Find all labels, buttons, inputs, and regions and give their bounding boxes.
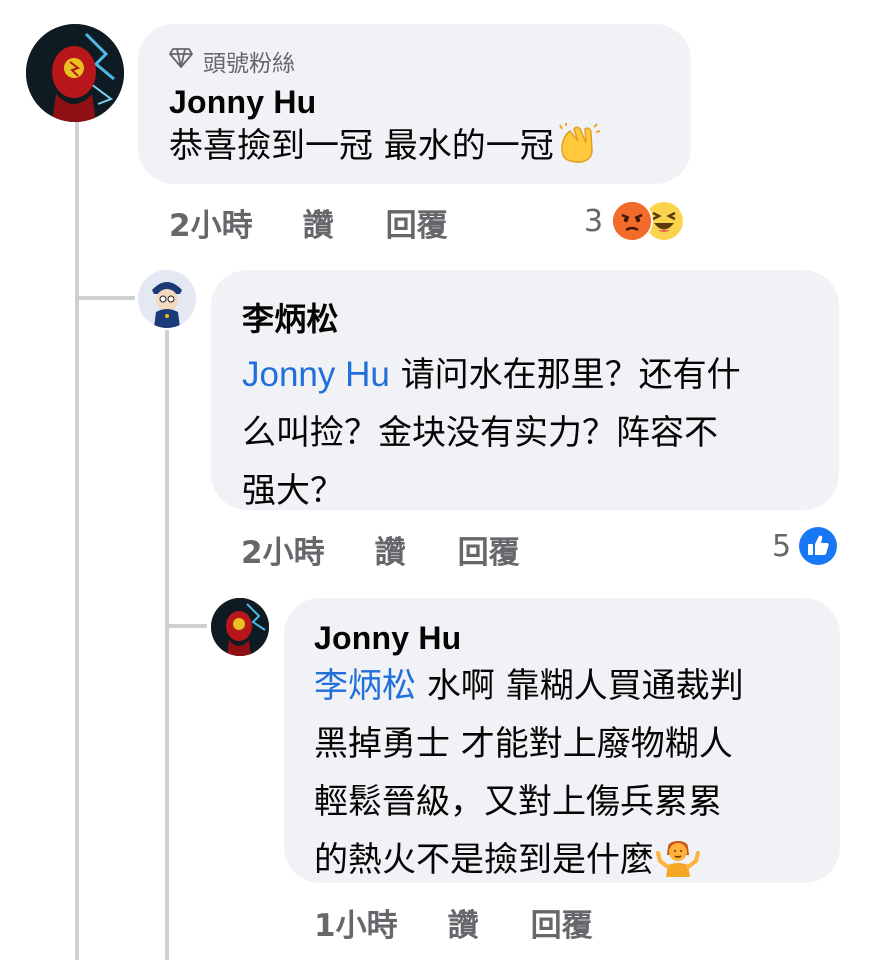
thread-line-reply bbox=[165, 330, 169, 960]
timestamp[interactable]: 2小時 bbox=[169, 200, 253, 245]
comment-text: Jonny Hu 请问水在那里？还有什 么叫捡？金块没有实力？阵容不 强大？ bbox=[242, 355, 741, 511]
diamond-icon bbox=[169, 48, 193, 74]
comment-bubble: 頭號粉絲 Jonny Hu 恭喜撿到一冠 最水的一冠 bbox=[138, 24, 691, 184]
reaction-count: 5 bbox=[772, 528, 792, 564]
avatar[interactable] bbox=[211, 598, 269, 656]
reply-button[interactable]: 回覆 bbox=[531, 900, 593, 945]
timestamp[interactable]: 1小時 bbox=[314, 900, 398, 945]
mention-link[interactable]: 李炳松 bbox=[314, 666, 416, 706]
mention-link[interactable]: Jonny Hu bbox=[242, 355, 390, 394]
top-fan-badge[interactable]: 頭號粉絲 bbox=[169, 44, 691, 78]
comment-text: 李炳松 水啊 靠糊人買通裁判 黑掉勇士 才能對上廢物糊人 輕鬆晉級，又對上傷兵累… bbox=[314, 657, 840, 895]
reaction-count: 3 bbox=[584, 203, 604, 239]
comment-actions: 2小時 讚 回覆 bbox=[241, 527, 520, 572]
comment-text: 恭喜撿到一冠 最水的一冠 bbox=[169, 117, 691, 181]
angry-reaction-icon bbox=[611, 200, 654, 242]
like-button[interactable]: 讚 bbox=[303, 200, 334, 245]
thread-line-main bbox=[75, 122, 79, 960]
avatar[interactable] bbox=[26, 24, 124, 122]
reaction-summary[interactable]: 5 bbox=[772, 527, 838, 565]
like-reaction-icon bbox=[799, 527, 838, 565]
thread-connector-reply-1 bbox=[75, 296, 135, 300]
avatar[interactable] bbox=[138, 270, 196, 328]
clapping-hands-emoji bbox=[556, 123, 601, 181]
comment-author[interactable]: Jonny Hu bbox=[169, 84, 691, 121]
comment-author[interactable]: 李炳松 bbox=[242, 294, 839, 340]
comment-author[interactable]: Jonny Hu bbox=[314, 620, 840, 657]
like-button[interactable]: 讚 bbox=[375, 527, 406, 572]
comment-actions: 2小時 讚 回覆 bbox=[169, 200, 448, 245]
comment-bubble: 李炳松 Jonny Hu 请问水在那里？还有什 么叫捡？金块没有实力？阵容不 强… bbox=[211, 270, 839, 511]
reply-button[interactable]: 回覆 bbox=[386, 200, 448, 245]
reaction-summary[interactable]: 3 bbox=[584, 200, 686, 242]
timestamp[interactable]: 2小時 bbox=[241, 527, 325, 572]
reply-button[interactable]: 回覆 bbox=[458, 527, 520, 572]
like-button[interactable]: 讚 bbox=[448, 900, 479, 945]
badge-label: 頭號粉絲 bbox=[203, 51, 295, 77]
comment-bubble: Jonny Hu 李炳松 水啊 靠糊人買通裁判 黑掉勇士 才能對上廢物糊人 輕鬆… bbox=[284, 598, 840, 883]
comment-actions: 1小時 讚 回覆 bbox=[314, 900, 593, 945]
thread-connector-reply-2 bbox=[165, 624, 207, 628]
person-shrugging-emoji bbox=[656, 835, 700, 895]
